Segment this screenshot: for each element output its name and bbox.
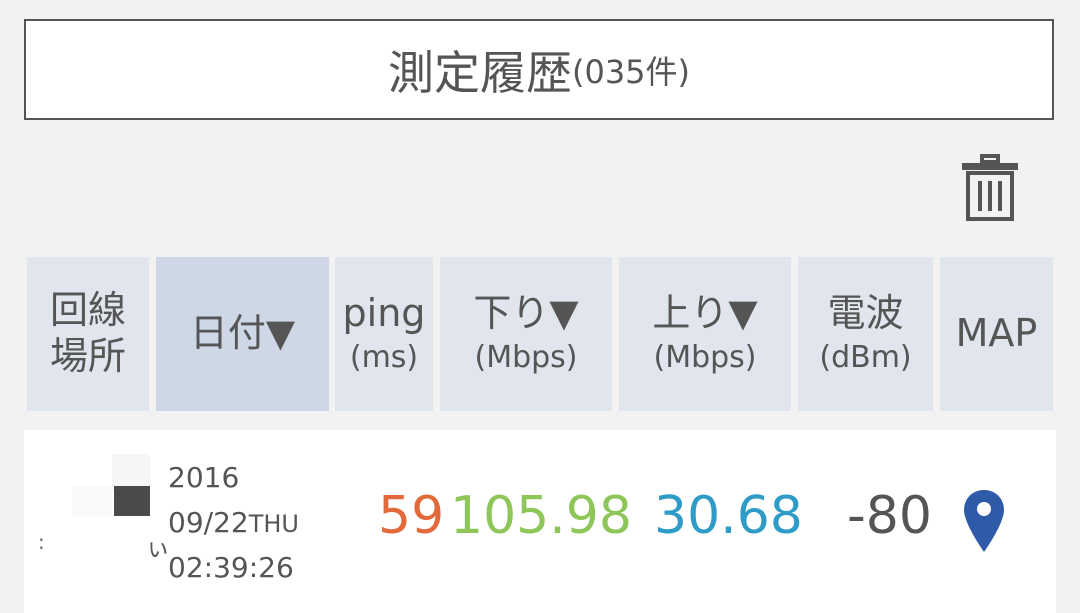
signal-value: -80 — [847, 486, 932, 546]
date-cell: 2016 09/22THU 02:39:26 — [168, 456, 299, 590]
trash-icon[interactable] — [958, 153, 1022, 223]
ping-value: 59 — [378, 486, 445, 546]
date-weekday: THU — [248, 509, 299, 538]
date-year: 2016 — [168, 461, 240, 494]
column-header-signal[interactable]: 電波 (dBm) — [798, 257, 933, 411]
column-header-upload[interactable]: 上り▼ (Mbps) — [619, 257, 791, 411]
location-image-fragment — [72, 486, 112, 516]
date-time: 02:39:26 — [168, 550, 294, 584]
page-title-text: 測定履歴 — [387, 45, 572, 100]
date-value: 09/22 — [168, 505, 249, 539]
column-unit-ping: (ms) — [349, 340, 419, 376]
column-label-line: 回線 — [49, 288, 126, 333]
column-header-download[interactable]: 下り▼ (Mbps) — [440, 257, 612, 411]
location-image-fragment — [112, 454, 150, 490]
location-image-fragment — [114, 486, 150, 516]
column-header-date[interactable]: 日付▼ — [156, 257, 329, 411]
table-header: 回線 場所 日付▼ ping (ms) 下り▼ (Mbps) 上り▼ (Mbps… — [0, 257, 1080, 411]
column-label-download: 下り▼ — [473, 290, 579, 335]
line-location-cell: : ぃ — [24, 430, 170, 613]
date-day: 09/22THU — [168, 501, 299, 546]
column-header-line-location[interactable]: 回線 場所 — [27, 257, 149, 411]
column-unit-download: (Mbps) — [474, 340, 578, 376]
column-label-signal: 電波 — [827, 290, 904, 335]
download-value: 105.98 — [450, 486, 632, 546]
record-count: (035件) — [571, 52, 691, 91]
column-label-upload: 上り▼ — [652, 290, 758, 335]
column-label-date: 日付▼ — [189, 311, 296, 356]
upload-value: 30.68 — [654, 486, 803, 546]
column-header-ping[interactable]: ping (ms) — [335, 257, 433, 411]
column-label-ping: ping — [342, 290, 426, 335]
map-pin-icon[interactable] — [962, 488, 1006, 554]
column-header-map[interactable]: MAP — [940, 257, 1053, 411]
column-label-location: 場所 — [49, 334, 126, 378]
column-unit-signal: (dBm) — [819, 340, 912, 376]
table-row[interactable]: : ぃ 2016 09/22THU 02:39:26 59 105.98 30.… — [24, 430, 1056, 613]
location-glyph: ぃ — [146, 534, 170, 562]
column-unit-upload: (Mbps) — [653, 340, 757, 376]
column-label-map: MAP — [955, 311, 1038, 356]
page-title: 測定履歴 (035件) — [24, 19, 1054, 120]
location-mark: : — [38, 530, 45, 554]
